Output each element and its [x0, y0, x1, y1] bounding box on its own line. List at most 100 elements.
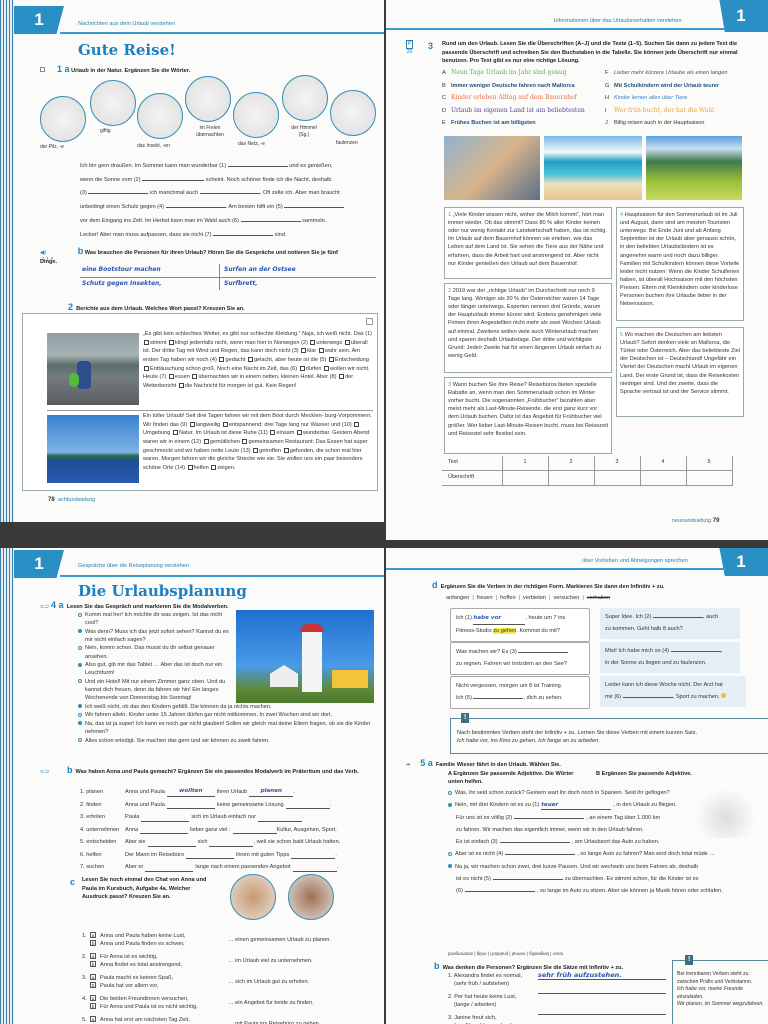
answer-cell[interactable] — [686, 470, 733, 486]
checkbox[interactable] — [172, 430, 178, 436]
checkbox[interactable] — [283, 447, 289, 453]
checkbox[interactable] — [270, 430, 276, 436]
checkbox[interactable] — [253, 447, 259, 453]
expand-icon[interactable] — [366, 318, 373, 325]
choice-option[interactable]: a Für Anna ist es wichtig, — [90, 953, 158, 961]
checkbox[interactable] — [144, 339, 149, 345]
checkbox[interactable] — [144, 365, 149, 371]
checkbox[interactable] — [178, 382, 184, 388]
blank-field[interactable] — [514, 817, 585, 819]
choice-option[interactable]: a Die beiden Freundinnen versuchen, — [90, 995, 189, 1003]
blank-field[interactable] — [186, 858, 235, 859]
blank-field[interactable]: wollten — [166, 787, 215, 797]
answer-cell[interactable] — [548, 470, 595, 486]
blank-field[interactable] — [240, 216, 301, 222]
checkbox[interactable]: a — [90, 932, 96, 938]
blank-field[interactable]: planen — [249, 787, 294, 797]
checkbox[interactable] — [324, 365, 330, 371]
blank-field[interactable] — [165, 202, 226, 209]
checkbox[interactable] — [310, 339, 316, 345]
checkbox[interactable]: a — [90, 953, 96, 959]
checkbox[interactable]: b — [90, 940, 96, 946]
checkbox[interactable] — [189, 421, 195, 427]
answer-cell[interactable] — [594, 470, 641, 486]
choice-option[interactable]: b Für Anna und Paula ist es nicht wichtig… — [90, 1003, 198, 1011]
choice-option[interactable]: a Paula macht es keinen Spaß, — [90, 974, 173, 982]
checkbox[interactable] — [168, 374, 174, 380]
blank-field[interactable] — [213, 230, 274, 236]
checkbox[interactable] — [339, 374, 345, 380]
checkbox[interactable] — [301, 348, 307, 354]
checkbox[interactable] — [296, 430, 302, 436]
blank-field[interactable] — [199, 188, 260, 195]
notes-cell[interactable]: Schutz gegen Insekten, — [80, 277, 220, 291]
checkbox[interactable] — [354, 421, 360, 427]
checkbox[interactable] — [242, 438, 248, 444]
answer-cell[interactable] — [502, 470, 549, 486]
checkbox[interactable] — [192, 374, 198, 380]
blank-field[interactable] — [232, 833, 277, 834]
checkbox[interactable] — [222, 421, 228, 427]
checkbox[interactable]: a — [90, 1016, 96, 1022]
blank-field[interactable] — [88, 188, 149, 195]
blank-field[interactable] — [140, 833, 189, 834]
audio-icon: ◀) — [40, 250, 47, 256]
dialog-text: Ich weiß nicht, ob das den Kindern gefäl… — [85, 703, 272, 710]
answer-cell[interactable] — [640, 470, 687, 486]
blank-field[interactable] — [538, 993, 666, 994]
checkbox[interactable] — [211, 464, 217, 470]
blank-field[interactable] — [652, 612, 703, 618]
notes-cell[interactable]: Surfbrett, — [220, 278, 262, 291]
checkbox[interactable]: b — [90, 982, 96, 988]
blank-field[interactable]: sehr früh aufzustehen. — [538, 972, 666, 980]
blank-field[interactable] — [492, 879, 563, 881]
page-header: über Vorlieben und Abneigungen sprechen — [582, 558, 688, 564]
option-b[interactable]: B Ergänzen Sie passende Adjektive. — [596, 770, 692, 778]
blank-field[interactable] — [145, 870, 194, 872]
checkbox[interactable] — [318, 348, 324, 354]
blank-field[interactable] — [227, 161, 288, 167]
checkbox[interactable] — [187, 464, 193, 470]
blank-field[interactable]: habe vor — [473, 612, 526, 626]
blank-field[interactable] — [147, 845, 196, 847]
exercise-2-box: „Es gibt kein schlechtes Wetter, es gibt… — [22, 313, 378, 491]
blank-field[interactable] — [518, 647, 569, 653]
speaker-a-icon — [78, 738, 82, 743]
blank-field[interactable] — [473, 693, 524, 700]
notes-cell[interactable]: eine Bootstour machen — [80, 264, 220, 277]
blank-field[interactable] — [142, 175, 205, 181]
checkbox[interactable]: a — [90, 974, 96, 980]
blank-field[interactable] — [285, 808, 330, 809]
choice-option[interactable]: a Anna hat erst am nächsten Tag Zeit, — [90, 1016, 190, 1024]
blank-field[interactable] — [670, 646, 721, 652]
checkbox[interactable]: b — [90, 961, 96, 967]
choice-option[interactable]: a Anna und Paula haben keine Lust, — [90, 932, 186, 940]
checkbox[interactable] — [299, 365, 305, 371]
blank-field[interactable] — [622, 692, 673, 699]
checkbox[interactable] — [169, 339, 175, 345]
checkbox[interactable]: b — [90, 1003, 96, 1009]
blank-field[interactable] — [284, 202, 345, 209]
choice-option[interactable]: b Anna und Paula finden es schwer, — [90, 940, 185, 948]
checkbox[interactable] — [344, 339, 350, 345]
blank-field[interactable] — [291, 858, 336, 859]
blank-field[interactable]: teuer — [541, 803, 612, 810]
choice-option[interactable]: b Anna findet es total anstrengend, — [90, 961, 182, 969]
blank-field[interactable] — [209, 845, 254, 847]
blank-field[interactable] — [141, 820, 190, 822]
blank-field[interactable] — [499, 842, 570, 844]
blank-field[interactable] — [464, 891, 535, 893]
checkbox[interactable] — [203, 438, 209, 444]
blank-field[interactable] — [257, 820, 302, 822]
notes-cell[interactable]: Surfen an der Ostsee — [220, 264, 300, 277]
choice-option[interactable]: b Paula hat vor allem vor, — [90, 982, 158, 990]
blank-field[interactable] — [538, 1014, 666, 1015]
blank-field[interactable] — [505, 854, 576, 856]
checkbox[interactable]: a — [90, 995, 96, 1001]
checkbox[interactable] — [328, 356, 334, 362]
blank-field[interactable] — [292, 870, 337, 872]
option-a[interactable]: A Ergänzen Sie passende Adjektive. Die W… — [448, 770, 583, 787]
checkbox[interactable] — [219, 356, 225, 362]
blank-field[interactable] — [166, 808, 215, 809]
checkbox[interactable] — [247, 356, 253, 362]
